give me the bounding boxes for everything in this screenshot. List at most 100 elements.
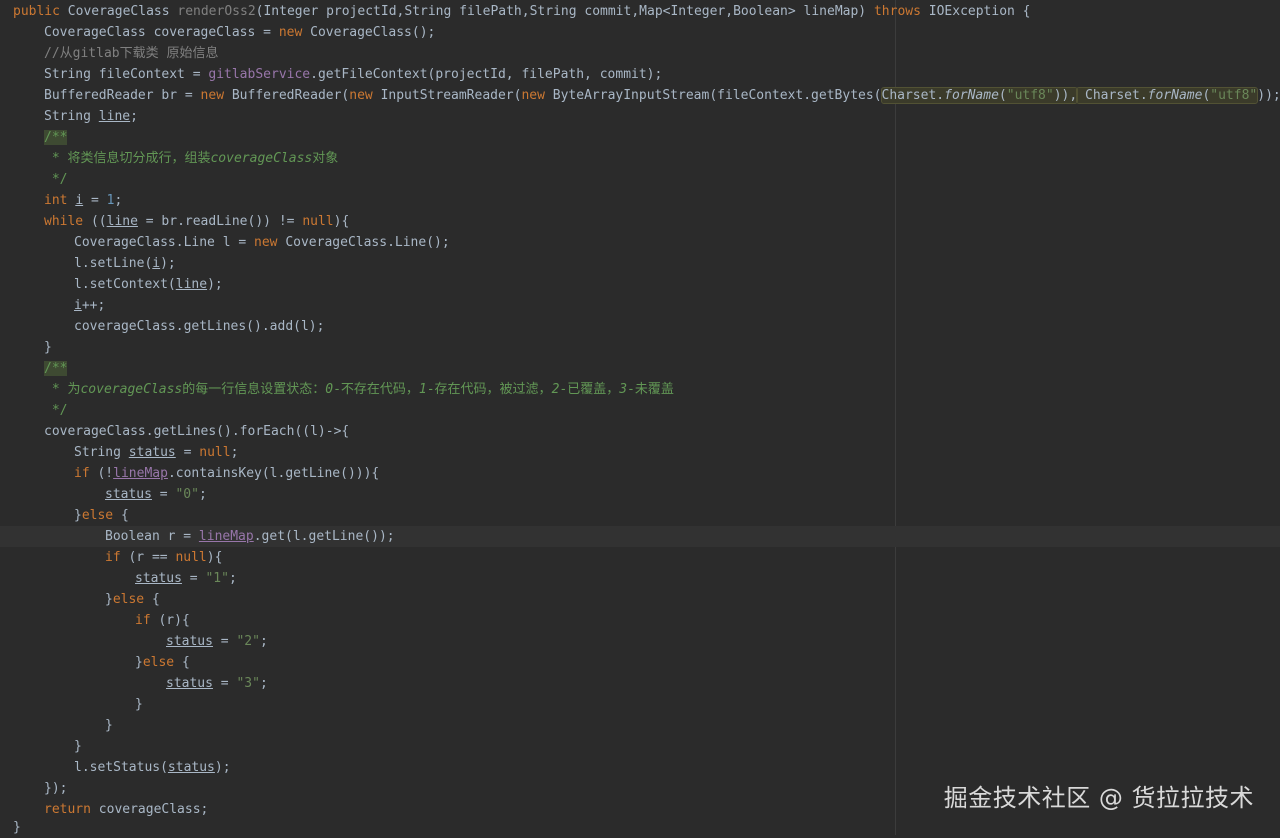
code-line-22[interactable]: String status = null; [0, 442, 1280, 463]
variable: line [98, 109, 131, 124]
static-method: forName [1147, 88, 1203, 103]
code-text: String fileContext = [44, 67, 209, 82]
code-line-36[interactable]: } [0, 736, 1280, 757]
doc-comment: coverageClass [210, 151, 313, 166]
code-line-29[interactable]: }else { [0, 589, 1280, 610]
parameter-ref: lineMap [113, 466, 168, 481]
code-line-12[interactable]: CoverageClass.Line l = new CoverageClass… [0, 232, 1280, 253]
code-text: (( [83, 214, 107, 229]
keyword: else [112, 592, 145, 607]
keyword: null [199, 445, 231, 460]
code-text: } [105, 592, 113, 607]
code-text: } [13, 820, 21, 835]
keyword: throws [873, 4, 921, 19]
code-line-35[interactable]: } [0, 715, 1280, 736]
variable: i [75, 193, 84, 208]
code-line-32[interactable]: }else { [0, 652, 1280, 673]
string-literal: "3" [236, 676, 260, 691]
code-line-3[interactable]: //从gitlab下载类 原始信息 [0, 43, 1280, 64]
code-text: )), [1053, 88, 1078, 103]
code-text: (r){ [150, 613, 190, 628]
code-text: = [212, 634, 237, 649]
code-text: ){ [333, 214, 350, 229]
code-text: l.setContext( [74, 277, 176, 292]
code-text: ; [198, 487, 207, 502]
code-text: } [74, 739, 82, 754]
code-text: ); [160, 256, 176, 271]
code-line-20[interactable]: */ [0, 400, 1280, 421]
code-text: } [135, 697, 143, 712]
code-text: ); [214, 760, 231, 775]
code-text: ){ [206, 550, 223, 565]
code-text: Boolean r = [105, 529, 199, 544]
string-literal: "2" [236, 634, 260, 649]
code-line-28[interactable]: status = "1"; [0, 568, 1280, 589]
code-text: CoverageClass coverageClass = [44, 25, 279, 40]
highlighted-call: Charset.forName("utf8" [1076, 87, 1259, 104]
code-line-9[interactable]: */ [0, 169, 1280, 190]
code-line-18[interactable]: /** [0, 358, 1280, 379]
code-line-34[interactable]: } [0, 694, 1280, 715]
code-line-25[interactable]: }else { [0, 505, 1280, 526]
code-editor[interactable]: public CoverageClass renderOss2(Integer … [0, 0, 1280, 835]
code-line-21[interactable]: coverageClass.getLines().forEach((l)->{ [0, 421, 1280, 442]
keyword: if [135, 613, 151, 628]
code-line-2[interactable]: CoverageClass coverageClass = new Covera… [0, 22, 1280, 43]
keyword: null [175, 550, 207, 565]
code-text: (! [89, 466, 114, 481]
code-line-10[interactable]: int i = 1; [0, 190, 1280, 211]
code-line-13[interactable]: l.setLine(i); [0, 253, 1280, 274]
code-line-27[interactable]: if (r == null){ [0, 547, 1280, 568]
code-text: InputStreamReader( [372, 88, 522, 103]
code-line-26-current[interactable]: Boolean r = lineMap.get(l.getLine()); [0, 526, 1280, 547]
keyword: new [254, 235, 278, 250]
doc-comment: coverageClass [80, 382, 183, 397]
code-line-37[interactable]: l.setStatus(status); [0, 757, 1280, 778]
code-text: coverageClass.getLines().forEach((l)->{ [44, 424, 350, 439]
code-line-8[interactable]: * 将类信息切分成行，组装coverageClass对象 [0, 148, 1280, 169]
doc-comment: 对象 [312, 151, 339, 166]
code-line-31[interactable]: status = "2"; [0, 631, 1280, 652]
doc-comment: -不存在代码， [333, 382, 419, 397]
code-text: ( [998, 88, 1007, 103]
code-line-17[interactable]: } [0, 337, 1280, 358]
doc-comment: 的每一行信息设置状态： [182, 382, 326, 397]
code-line-11[interactable]: while ((line = br.readLine()) != null){ [0, 211, 1280, 232]
doc-comment: -未覆盖 [627, 382, 674, 397]
code-text: l.setLine( [74, 256, 153, 271]
variable: status [135, 571, 182, 586]
variable: line [106, 214, 138, 229]
doc-comment: */ [44, 403, 68, 418]
code-line-5[interactable]: BufferedReader br = new BufferedReader(n… [0, 85, 1280, 106]
code-line-4[interactable]: String fileContext = gitlabService.getFi… [0, 64, 1280, 85]
code-text: BufferedReader br = [44, 88, 201, 103]
code-line-6[interactable]: String line; [0, 106, 1280, 127]
code-line-15[interactable]: i++; [0, 295, 1280, 316]
variable: i [74, 298, 82, 313]
code-line-30[interactable]: if (r){ [0, 610, 1280, 631]
code-line-24[interactable]: status = "0"; [0, 484, 1280, 505]
code-text: ++; [81, 298, 106, 313]
code-text: ; [130, 109, 138, 124]
code-text: ; [228, 571, 237, 586]
code-text: { [144, 592, 160, 607]
code-text: } [135, 655, 143, 670]
keyword: else [142, 655, 175, 670]
code-line-7[interactable]: /** [0, 127, 1280, 148]
code-text: .get(l.getLine()); [253, 529, 395, 544]
code-line-19[interactable]: * 为coverageClass的每一行信息设置状态：0-不存在代码，1-存在代… [0, 379, 1280, 400]
variable: status [167, 760, 215, 775]
line-comment: //从gitlab下载类 原始信息 [44, 46, 219, 61]
doc-comment: /** [44, 361, 68, 376]
doc-comment: * 将类信息切分成行，组装 [44, 151, 211, 166]
code-text: ByteArrayInputStream(fileContext.getByte… [544, 88, 882, 103]
code-line-14[interactable]: l.setContext(line); [0, 274, 1280, 295]
code-line-23[interactable]: if (!lineMap.containsKey(l.getLine())){ [0, 463, 1280, 484]
code-line-16[interactable]: coverageClass.getLines().add(l); [0, 316, 1280, 337]
code-text: = br.readLine()) != [137, 214, 303, 229]
code-text: }); [44, 781, 68, 796]
code-line-33[interactable]: status = "3"; [0, 673, 1280, 694]
code-text: coverageClass; [90, 802, 209, 817]
code-line-1[interactable]: public CoverageClass renderOss2(Integer … [0, 1, 1280, 22]
code-text: .getFileContext(projectId, filePath, com… [310, 67, 663, 82]
